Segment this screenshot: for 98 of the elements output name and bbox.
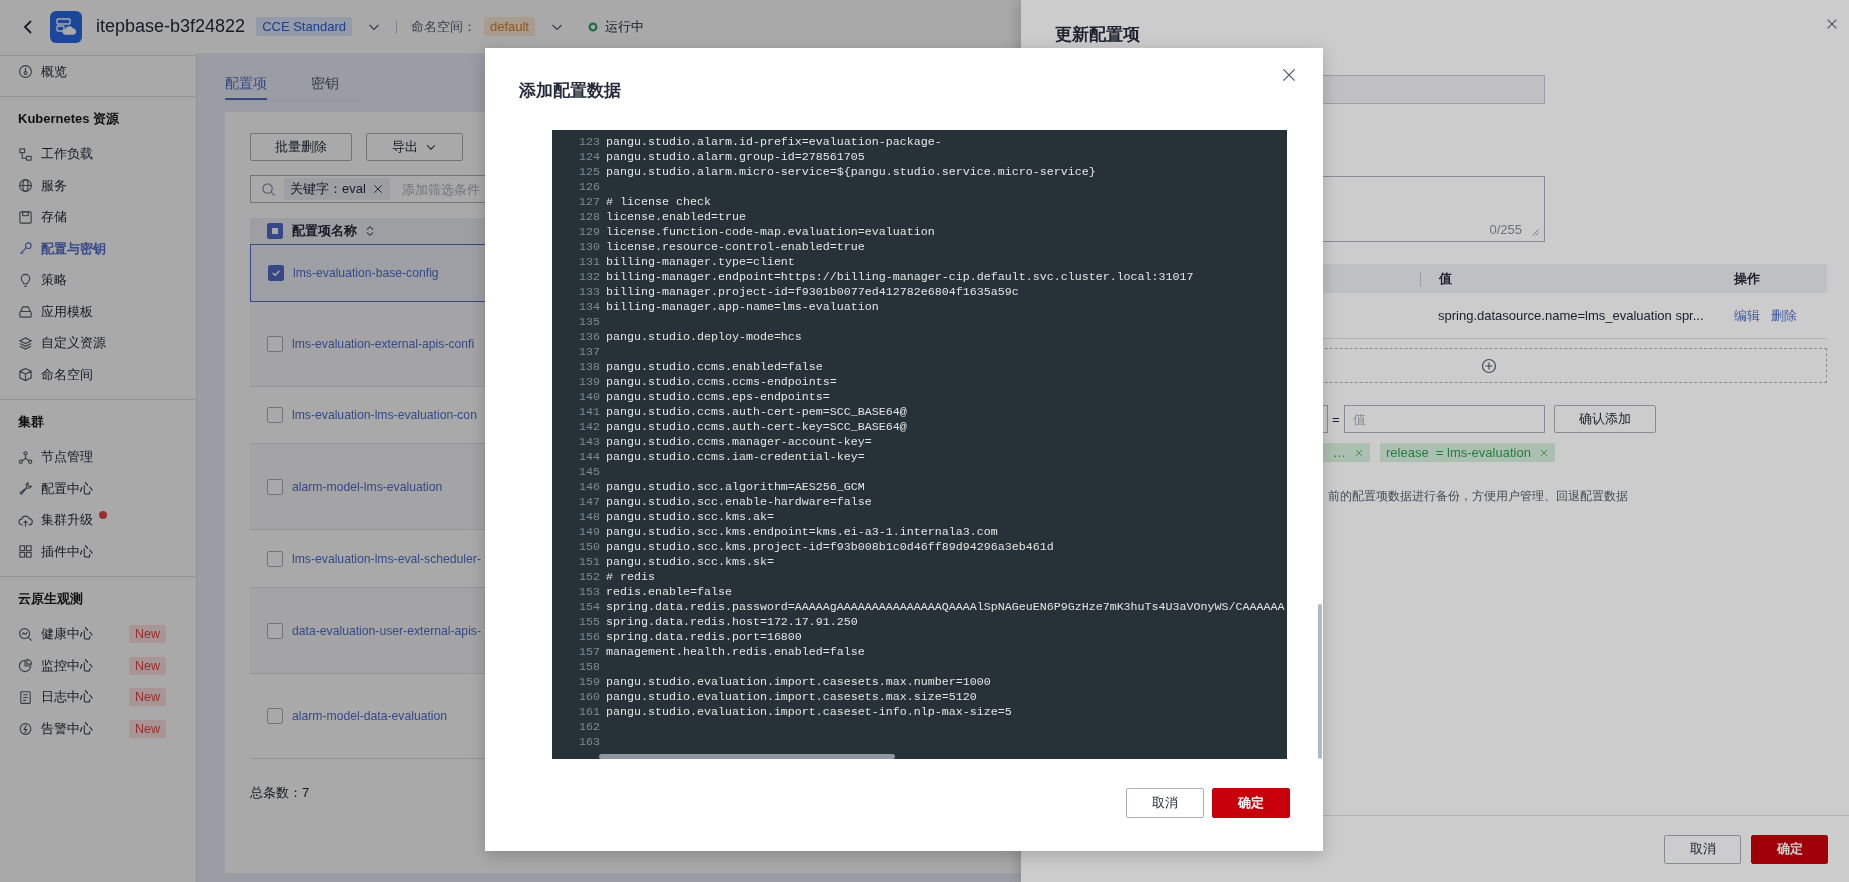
code-line: pangu.studio.alarm.id-prefix=evaluation-package- bbox=[606, 134, 942, 150]
line-number: 160 bbox=[578, 689, 600, 705]
line-number: 148 bbox=[578, 509, 600, 525]
status-text: 运行中 bbox=[605, 17, 644, 36]
namespace-label: 命名空间： bbox=[410, 17, 476, 36]
tag-text: … bbox=[1333, 445, 1346, 460]
line-number: 124 bbox=[578, 149, 600, 165]
line-number: 149 bbox=[578, 524, 600, 540]
code-line: # license check bbox=[606, 194, 711, 210]
code-line: billing-manager.type=client bbox=[606, 254, 795, 270]
line-number: 162 bbox=[578, 719, 600, 735]
code-line: pangu.studio.evaluation.import.caseset-info.nlp-max-size=5 bbox=[606, 704, 1012, 720]
line-number: 131 bbox=[578, 254, 600, 270]
line-number: 126 bbox=[578, 179, 600, 195]
code-line: management.health.redis.enabled=false bbox=[606, 644, 865, 660]
line-number: 128 bbox=[578, 209, 600, 225]
line-number: 157 bbox=[578, 644, 600, 660]
char-counter: 0/255 bbox=[1489, 222, 1522, 237]
new-badge: New bbox=[129, 656, 166, 675]
line-number: 161 bbox=[578, 704, 600, 720]
column-header: 值 bbox=[1439, 270, 1452, 286]
code-line: pangu.studio.scc.kms.project-id=f93b008b1c0d46ff89d94296a3eb461d bbox=[606, 539, 1054, 555]
code-line: pangu.studio.ccms.iam-credential-key= bbox=[606, 449, 865, 465]
line-number: 143 bbox=[578, 434, 600, 450]
code-line: license.function-code-map.evaluation=evaluation bbox=[606, 224, 935, 240]
code-line: pangu.studio.ccms.eps-endpoints= bbox=[606, 389, 830, 405]
line-number: 147 bbox=[578, 494, 600, 510]
line-number: 145 bbox=[578, 464, 600, 480]
line-number: 163 bbox=[578, 734, 600, 750]
code-line: pangu.studio.evaluation.import.casesets.max.number=1000 bbox=[606, 674, 991, 690]
code-line: license.enabled=true bbox=[606, 209, 746, 225]
line-number: 158 bbox=[578, 659, 600, 675]
code-line: # redis bbox=[606, 569, 655, 585]
table-cell: spring.datasource.name=lms_evaluation spr... bbox=[1438, 308, 1704, 323]
code-line: pangu.studio.alarm.micro-service=${pangu.studio.service.micro-service} bbox=[606, 164, 1096, 180]
code-line: pangu.studio.ccms.manager-account-key= bbox=[606, 434, 872, 450]
drawer-title: 更新配置项 bbox=[1055, 25, 1141, 45]
line-number: 144 bbox=[578, 449, 600, 465]
line-number: 155 bbox=[578, 614, 600, 630]
namespace-tag: default bbox=[483, 17, 535, 36]
line-number: 141 bbox=[578, 404, 600, 420]
line-number: 133 bbox=[578, 284, 600, 300]
nav-section-heading: 云原生观测 bbox=[17, 589, 84, 608]
code-line: pangu.studio.ccms.ccms-endpoints= bbox=[606, 374, 837, 390]
column-header: 操作 bbox=[1733, 269, 1760, 288]
line-number: 136 bbox=[578, 329, 600, 345]
line-number: 146 bbox=[578, 479, 600, 495]
new-badge: New bbox=[129, 688, 166, 707]
edition-tag: CCE Standard bbox=[256, 17, 352, 36]
line-number: 153 bbox=[578, 584, 600, 600]
line-number: 129 bbox=[578, 224, 600, 240]
line-number: 134 bbox=[578, 299, 600, 315]
nav-section-heading: 集群 bbox=[17, 412, 45, 431]
line-number: 127 bbox=[578, 194, 600, 210]
code-line: pangu.studio.scc.kms.sk= bbox=[606, 554, 774, 570]
line-number: 142 bbox=[578, 419, 600, 435]
dialog-title: 添加配置数据 bbox=[519, 80, 621, 102]
total-count: 总条数：7 bbox=[250, 784, 310, 802]
code-line: pangu.studio.deploy-mode=hcs bbox=[606, 329, 802, 345]
line-number: 151 bbox=[578, 554, 600, 570]
line-number: 140 bbox=[578, 389, 600, 405]
line-number: 138 bbox=[578, 359, 600, 375]
line-number: 156 bbox=[578, 629, 600, 645]
code-line: billing-manager.endpoint=https://billing-manager-cip.default.svc.cluster.local:31017 bbox=[606, 269, 1194, 285]
code-line: license.resource-control-enabled=true bbox=[606, 239, 865, 255]
line-number: 150 bbox=[578, 539, 600, 555]
nav-section-heading: Kubernetes 资源 bbox=[17, 109, 121, 128]
code-line: pangu.studio.ccms.auth-cert-key=SCC_BASE64@ bbox=[606, 419, 907, 435]
help-text: 前的配置项数据进行备份，方便用户管理、回退配置数据 bbox=[1328, 488, 1629, 505]
line-number: 125 bbox=[578, 164, 600, 180]
new-badge: New bbox=[129, 719, 166, 738]
code-line: spring.data.redis.port=16800 bbox=[606, 629, 802, 645]
line-number: 137 bbox=[578, 344, 600, 360]
code-line: spring.data.redis.host=172.17.91.250 bbox=[606, 614, 858, 630]
code-line: pangu.studio.ccms.auth-cert-pem=SCC_BASE64@ bbox=[606, 404, 907, 420]
code-line: pangu.studio.scc.algorithm=AES256_GCM bbox=[606, 479, 865, 495]
line-number: 130 bbox=[578, 239, 600, 255]
code-line: pangu.studio.scc.kms.ak= bbox=[606, 509, 774, 525]
code-line: pangu.studio.evaluation.import.casesets.max.size=5120 bbox=[606, 689, 977, 705]
line-number: 154 bbox=[578, 599, 600, 615]
line-number: 159 bbox=[578, 674, 600, 690]
line-number: 139 bbox=[578, 374, 600, 390]
tag-text: release = lms-evaluation bbox=[1386, 445, 1531, 460]
code-line: pangu.studio.scc.kms.endpoint=kms.ei-a3-1.internala3.com bbox=[606, 524, 998, 540]
code-line: pangu.studio.scc.enable-hardware=false bbox=[606, 494, 872, 510]
cluster-name: itepbase-b3f24822 bbox=[96, 16, 246, 37]
code-line: redis.enable=false bbox=[606, 584, 732, 600]
code-line: pangu.studio.alarm.group-id=278561705 bbox=[606, 149, 865, 165]
code-line: pangu.studio.ccms.enabled=false bbox=[606, 359, 823, 375]
new-badge: New bbox=[129, 625, 166, 644]
code-line: billing-manager.app-name=lms-evaluation bbox=[606, 299, 879, 315]
line-number: 135 bbox=[578, 314, 600, 330]
line-number: 123 bbox=[578, 134, 600, 150]
equals-sign: = bbox=[1332, 411, 1340, 427]
code-line: billing-manager.project-id=f9301b0077ed412782e6804f1635a59c bbox=[606, 284, 1019, 300]
line-number: 132 bbox=[578, 269, 600, 285]
code-line: spring.data.redis.password=AAAAAgAAAAAAAAAAAAAAAQAAAAlSpNAGeuEN6P9GzHze7mK3huTs4U3aVOnyWS/CAAAAAA bbox=[606, 599, 1285, 615]
line-number: 152 bbox=[578, 569, 600, 585]
